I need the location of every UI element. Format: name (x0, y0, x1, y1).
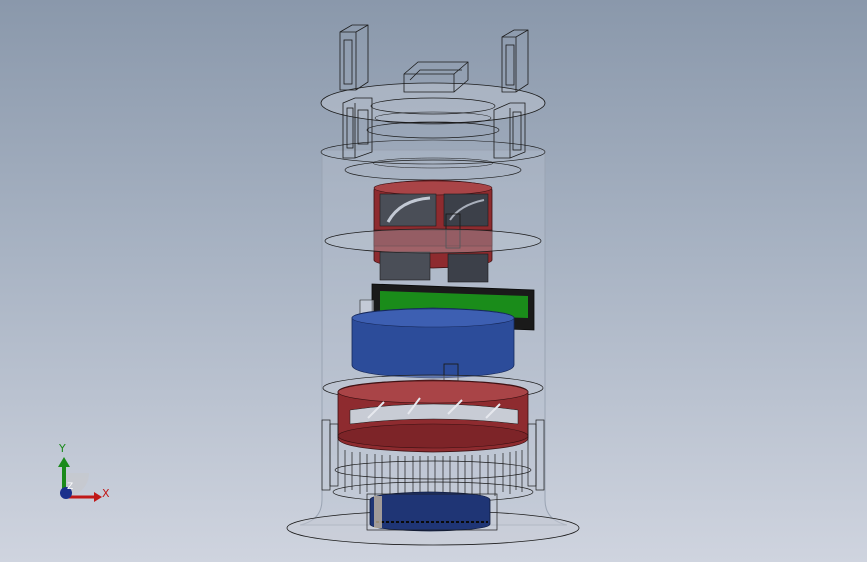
cad-model-canvas[interactable] (0, 0, 867, 562)
x-axis-label: X (102, 487, 110, 500)
bottom-battery-pack[interactable] (366, 491, 498, 532)
z-axis-label: Z (67, 482, 74, 492)
graphics-viewport[interactable]: Y X Z (0, 0, 867, 562)
left-post[interactable] (339, 24, 369, 91)
lower-red-impeller-housing[interactable] (337, 379, 529, 453)
y-axis-label: Y (59, 442, 66, 455)
coordinate-triad (58, 457, 102, 502)
x-axis-arrowhead (94, 492, 102, 502)
middle-plate[interactable] (324, 228, 542, 254)
right-post[interactable] (501, 29, 529, 93)
y-axis-arrowhead (58, 457, 70, 467)
